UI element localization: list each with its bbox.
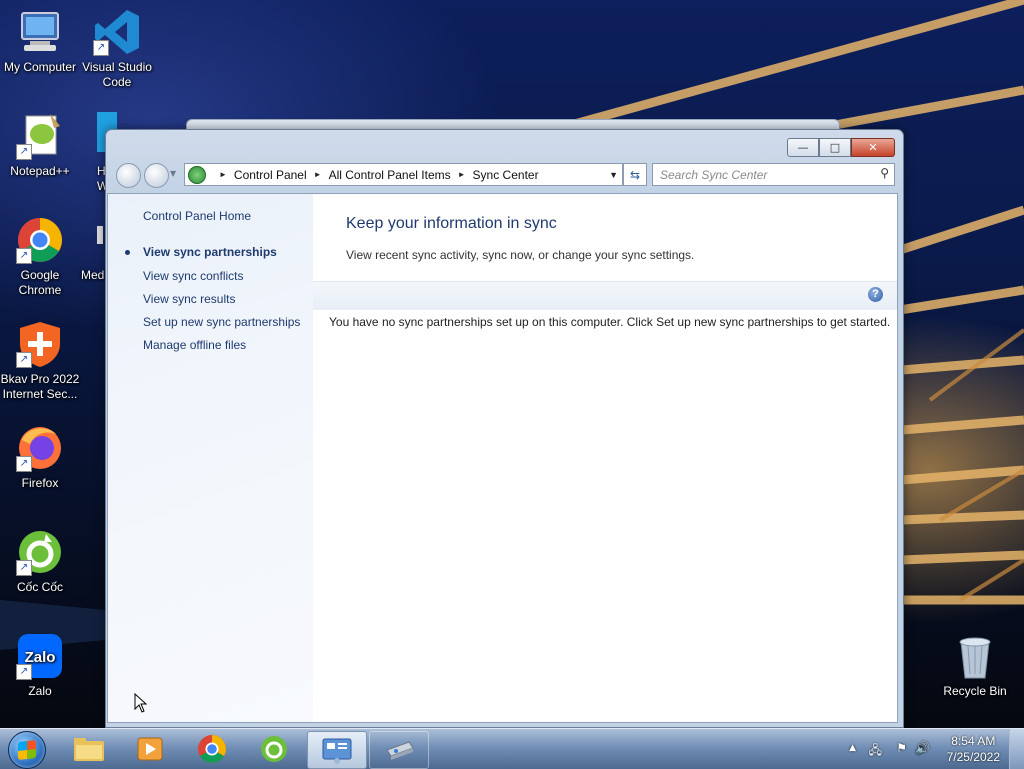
- zalo-icon: Zalo ↗: [16, 632, 64, 680]
- device-icon: [386, 741, 414, 760]
- address-bar[interactable]: ► Control Panel ► All Control Panel Item…: [184, 163, 623, 186]
- taskbar-device[interactable]: [369, 731, 429, 769]
- taskbar-explorer[interactable]: [60, 731, 118, 767]
- chrome-icon: ↗: [16, 216, 64, 264]
- forward-button[interactable]: [144, 163, 169, 188]
- control-panel-icon: [188, 165, 206, 184]
- coccoc-icon: [261, 736, 287, 762]
- coccoc-icon: ↗: [16, 528, 64, 576]
- desktop-icon-my-computer[interactable]: My Computer: [0, 8, 80, 75]
- refresh-icon: ⇆: [629, 167, 641, 182]
- desktop-icon-firefox[interactable]: ↗ Firefox: [0, 424, 80, 491]
- computer-icon: [16, 8, 64, 56]
- desktop-icon-bkav[interactable]: ↗ Bkav Pro 2022 Internet Sec...: [0, 320, 80, 402]
- search-icon[interactable]: ⚲: [880, 166, 889, 180]
- task-pane: Control Panel Home View sync partnership…: [108, 194, 313, 722]
- desktop-icon-notepadpp[interactable]: ↗ Notepad++: [0, 112, 80, 179]
- breadcrumb-separator[interactable]: ►: [314, 170, 322, 179]
- clock-date: 7/25/2022: [946, 750, 1000, 764]
- desktop-icon-coccoc[interactable]: ↗ Cốc Cốc: [0, 528, 80, 595]
- search-input[interactable]: [658, 164, 872, 185]
- recent-pages-dropdown[interactable]: ▼: [170, 169, 176, 178]
- window-content: Control Panel Home View sync partnership…: [107, 193, 898, 723]
- close-button[interactable]: ✕: [851, 138, 895, 157]
- breadcrumb-control-panel[interactable]: Control Panel: [234, 168, 307, 182]
- refresh-button[interactable]: ⇆: [623, 163, 647, 186]
- shortcut-arrow-icon: ↗: [16, 664, 32, 680]
- mouse-cursor-icon: [134, 693, 148, 713]
- setup-sync-partnerships-link[interactable]: Set up new sync partnerships: [143, 315, 300, 329]
- minimize-button[interactable]: —: [787, 138, 819, 157]
- desktop-icon-zalo[interactable]: Zalo ↗ Zalo: [0, 632, 80, 699]
- main-pane: Keep your information in sync View recen…: [313, 194, 897, 722]
- maximize-button[interactable]: □: [819, 138, 851, 157]
- notepadpp-icon: ↗: [16, 112, 64, 160]
- back-button[interactable]: [116, 163, 141, 188]
- page-title: Keep your information in sync: [346, 215, 557, 232]
- window-caption-buttons: — □ ✕: [787, 138, 895, 157]
- empty-state-message: You have no sync partnerships set up on …: [329, 315, 891, 329]
- help-icon[interactable]: ?: [868, 287, 883, 302]
- view-sync-partnerships-link[interactable]: View sync partnerships: [143, 245, 277, 259]
- desktop-icon-vscode[interactable]: ↗ Visual Studio Code: [77, 8, 157, 90]
- taskbar-chrome[interactable]: [183, 731, 241, 767]
- volume-icon[interactable]: 🔊: [915, 741, 930, 755]
- recycle-bin-icon: [951, 632, 999, 680]
- view-sync-conflicts-link[interactable]: View sync conflicts: [143, 269, 243, 283]
- shortcut-arrow-icon: ↗: [93, 40, 109, 56]
- view-sync-results-link[interactable]: View sync results: [143, 292, 235, 306]
- breadcrumb-separator[interactable]: ►: [219, 170, 227, 179]
- action-center-flag-icon[interactable]: ⚑: [896, 741, 907, 755]
- desktop-icon-label: Cốc Cốc: [16, 580, 63, 594]
- clock-time: 8:54 AM: [951, 734, 996, 748]
- shortcut-arrow-icon: ↗: [16, 144, 32, 160]
- search-box[interactable]: ⚲: [652, 163, 895, 186]
- control-panel-home-link[interactable]: Control Panel Home: [143, 209, 251, 223]
- shortcut-arrow-icon: ↗: [16, 560, 32, 576]
- media-player-icon: [137, 737, 163, 761]
- taskbar-media-player[interactable]: [121, 731, 179, 767]
- desktop-icon-chrome[interactable]: ↗ Google Chrome: [0, 216, 80, 298]
- taskbar-control-panel[interactable]: [307, 731, 367, 769]
- navigation-bar: ▼ ► Control Panel ► All Control Panel It…: [114, 162, 895, 188]
- sync-center-window: — □ ✕ ▼ ► Control Panel ► All Control Pa…: [105, 129, 904, 728]
- desktop-icon-label: Recycle Bin: [943, 684, 1007, 698]
- start-button[interactable]: [8, 731, 46, 769]
- bkav-icon: ↗: [16, 320, 64, 368]
- folder-icon: [74, 738, 104, 761]
- desktop-icon-label: My Computer: [3, 60, 77, 74]
- shortcut-arrow-icon: ↗: [16, 352, 32, 368]
- taskbar-coccoc[interactable]: [245, 731, 303, 767]
- control-panel-icon: [322, 738, 352, 764]
- desktop-icon-label: Visual Studio Code: [82, 60, 152, 89]
- desktop-icon-label: Notepad++: [10, 164, 70, 178]
- breadcrumb-sync-center[interactable]: Sync Center: [473, 168, 539, 182]
- breadcrumb-separator[interactable]: ►: [458, 170, 466, 179]
- toolbar-band: [313, 281, 897, 310]
- show-desktop-button[interactable]: [1009, 729, 1024, 769]
- address-dropdown-icon[interactable]: ▼: [609, 170, 618, 180]
- page-subtitle: View recent sync activity, sync now, or …: [346, 248, 695, 262]
- shortcut-arrow-icon: ↗: [16, 456, 32, 472]
- shortcut-arrow-icon: ↗: [16, 248, 32, 264]
- windows-logo-icon: [18, 740, 36, 760]
- network-icon[interactable]: 🖧: [869, 741, 882, 762]
- vscode-icon: ↗: [93, 8, 141, 56]
- manage-offline-files-link[interactable]: Manage offline files: [143, 338, 246, 352]
- breadcrumb-all-items[interactable]: All Control Panel Items: [329, 168, 451, 182]
- desktop-icon-label: Zalo: [28, 684, 52, 698]
- taskbar: ▲ 🖧 ⚑ 🔊 8:54 AM 7/25/2022: [0, 728, 1024, 769]
- chrome-icon: [198, 735, 226, 763]
- show-hidden-icons-button[interactable]: ▲: [849, 743, 856, 753]
- current-page-bullet: [125, 250, 130, 255]
- firefox-icon: ↗: [16, 424, 64, 472]
- system-tray: ▲ 🖧 ⚑ 🔊 8:54 AM 7/25/2022: [844, 729, 1024, 769]
- desktop-icon-label: Google Chrome: [18, 268, 62, 297]
- desktop-icon-label: Firefox: [21, 476, 59, 490]
- desktop-icon-label: Bkav Pro 2022 Internet Sec...: [0, 372, 80, 401]
- clock[interactable]: 8:54 AM 7/25/2022: [947, 733, 1000, 765]
- desktop-icon-recycle-bin[interactable]: Recycle Bin: [935, 632, 1015, 699]
